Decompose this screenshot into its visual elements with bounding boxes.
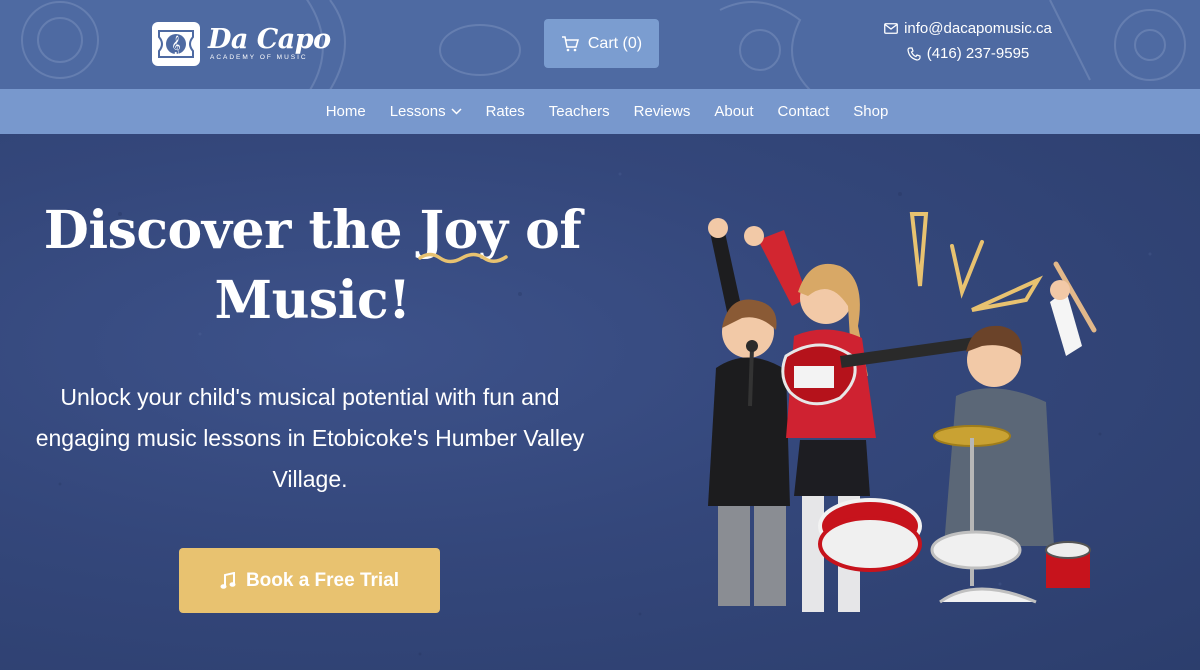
nav-label: About [714, 103, 754, 120]
squiggle-underline [417, 252, 508, 264]
music-note-icon [220, 571, 236, 589]
nav-item-home[interactable]: Home [314, 103, 378, 120]
nav-item-rates[interactable]: Rates [474, 103, 537, 120]
headline-part1: Discover the [43, 200, 420, 261]
site-logo[interactable]: 𝄞 Da Capo ACADEMY OF MUSIC [152, 21, 331, 67]
cart-icon [561, 35, 579, 51]
nav-label: Contact [777, 103, 830, 120]
hero-subtext: Unlock your child's musical potential wi… [35, 384, 585, 492]
chevron-down-icon [451, 108, 462, 115]
mail-icon [884, 23, 898, 34]
svg-text:𝄞: 𝄞 [171, 35, 180, 55]
headline-line2: Music! [214, 270, 411, 331]
treble-clef-icon: 𝄞 [152, 22, 200, 66]
nav-item-reviews[interactable]: Reviews [622, 103, 703, 120]
site-header: 𝄞 Da Capo ACADEMY OF MUSIC Cart (0) info… [0, 0, 1200, 89]
nav-item-about[interactable]: About [702, 103, 765, 120]
nav-label: Rates [485, 103, 525, 120]
nav-item-lessons[interactable]: Lessons [378, 103, 474, 120]
nav-item-contact[interactable]: Contact [766, 103, 842, 120]
hero-headline: Discover the Joy of Music! [40, 196, 585, 336]
email-text: info@dacapomusic.ca [904, 20, 1052, 37]
logo-name: Da Capo [208, 24, 331, 56]
nav-item-teachers[interactable]: Teachers [537, 103, 622, 120]
nav-label: Lessons [389, 103, 446, 120]
nav-label: Reviews [633, 103, 691, 120]
phone-link[interactable]: (416) 237-9595 [907, 45, 1030, 62]
cta-label: Book a Free Trial [245, 569, 400, 591]
nav-label: Teachers [548, 103, 610, 120]
nav-item-shop[interactable]: Shop [841, 103, 900, 120]
book-free-trial-button[interactable]: Book a Free Trial [179, 548, 440, 613]
phone-text: (416) 237-9595 [926, 45, 1030, 62]
nav-label: Home [325, 103, 366, 120]
cart-label: Cart (0) [587, 34, 643, 52]
headline-part2: of [507, 200, 582, 261]
logo-tagline: ACADEMY OF MUSIC [210, 54, 308, 62]
phone-icon [907, 46, 921, 61]
contact-info: info@dacapomusic.ca (416) 237-9595 [868, 20, 1068, 62]
cart-button[interactable]: Cart (0) [544, 19, 659, 68]
boy-drummer [944, 280, 1082, 546]
email-link[interactable]: info@dacapomusic.ca [884, 20, 1052, 37]
kids-band-image [708, 212, 1097, 612]
main-nav: Home Lessons Rates Teachers Reviews Abou… [0, 89, 1200, 134]
hero-section: Discover the Joy of Music! Unlock your c… [0, 134, 1200, 670]
nav-label: Shop [853, 103, 889, 120]
